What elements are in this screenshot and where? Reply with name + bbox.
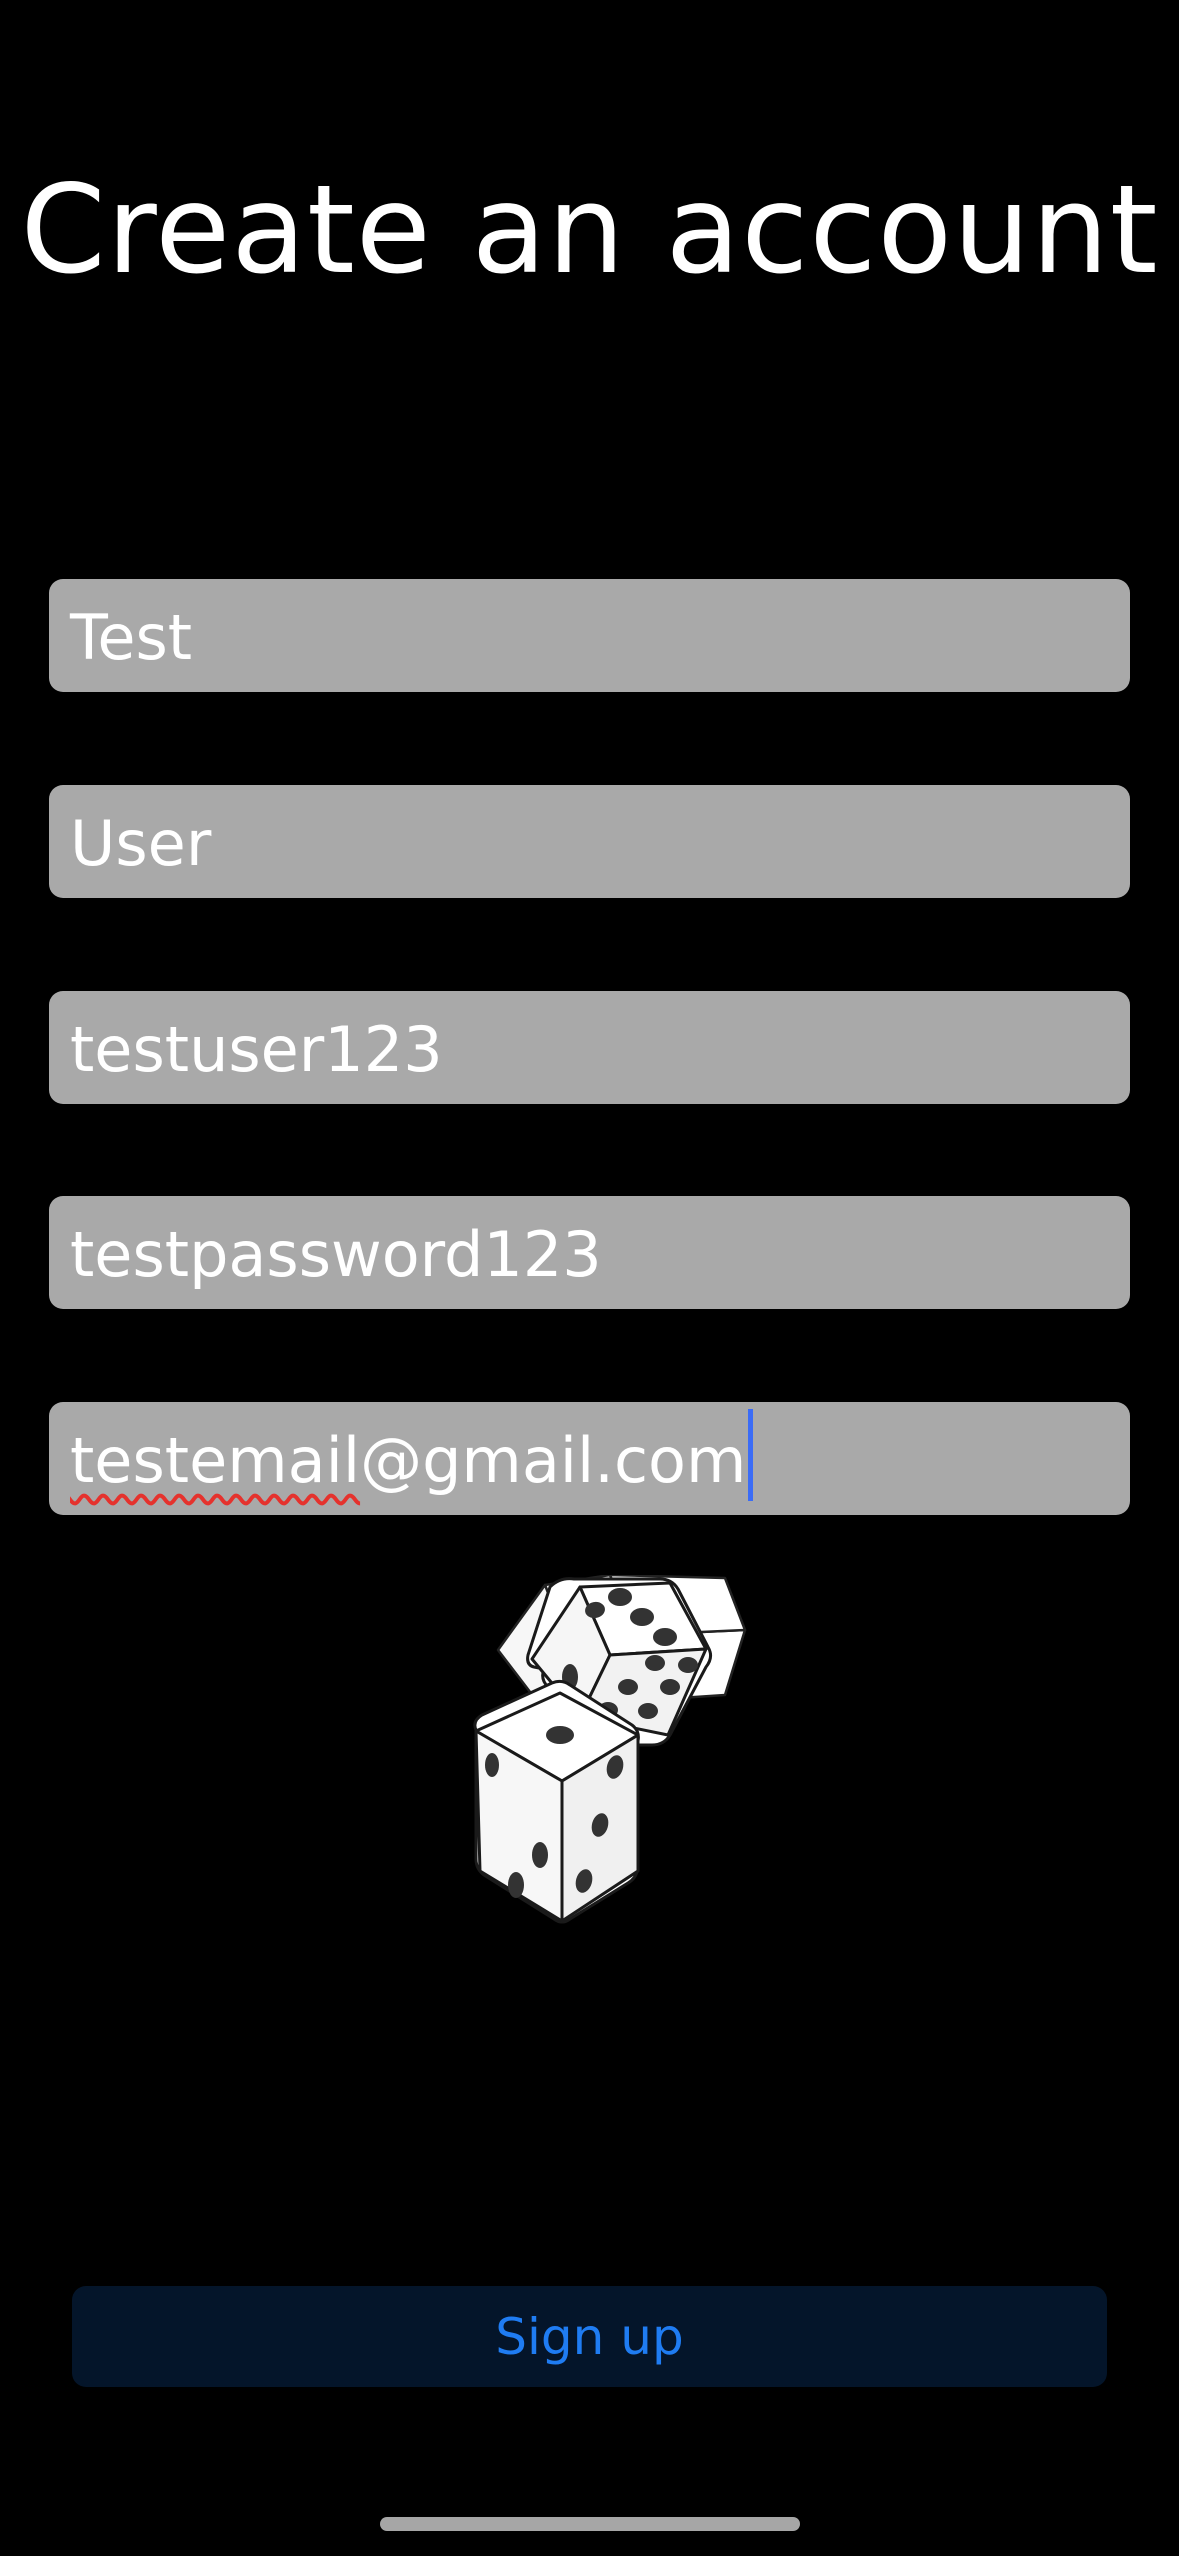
username-field[interactable]: testuser123 <box>49 991 1130 1104</box>
email-field[interactable]: testemail@gmail.com <box>49 1402 1130 1515</box>
username-value: testuser123 <box>70 1013 443 1086</box>
dice-icon <box>473 1575 747 1924</box>
email-misspelled-part: testemail <box>70 1424 361 1497</box>
page-title: Create an account <box>20 159 1159 301</box>
last-name-value: User <box>70 807 212 880</box>
email-rest: @gmail.com <box>360 1424 747 1497</box>
password-value: testpassword123 <box>70 1218 602 1291</box>
first-name-value: Test <box>70 601 193 674</box>
text-caret <box>748 1408 754 1501</box>
email-value: testemail@gmail.com <box>70 1424 746 1497</box>
signup-button[interactable]: Sign up <box>72 2286 1107 2387</box>
signup-button-label: Sign up <box>495 2307 684 2366</box>
password-field[interactable]: testpassword123 <box>49 1196 1130 1309</box>
first-name-field[interactable]: Test <box>49 579 1130 692</box>
home-indicator[interactable] <box>380 2517 800 2531</box>
last-name-field[interactable]: User <box>49 785 1130 898</box>
